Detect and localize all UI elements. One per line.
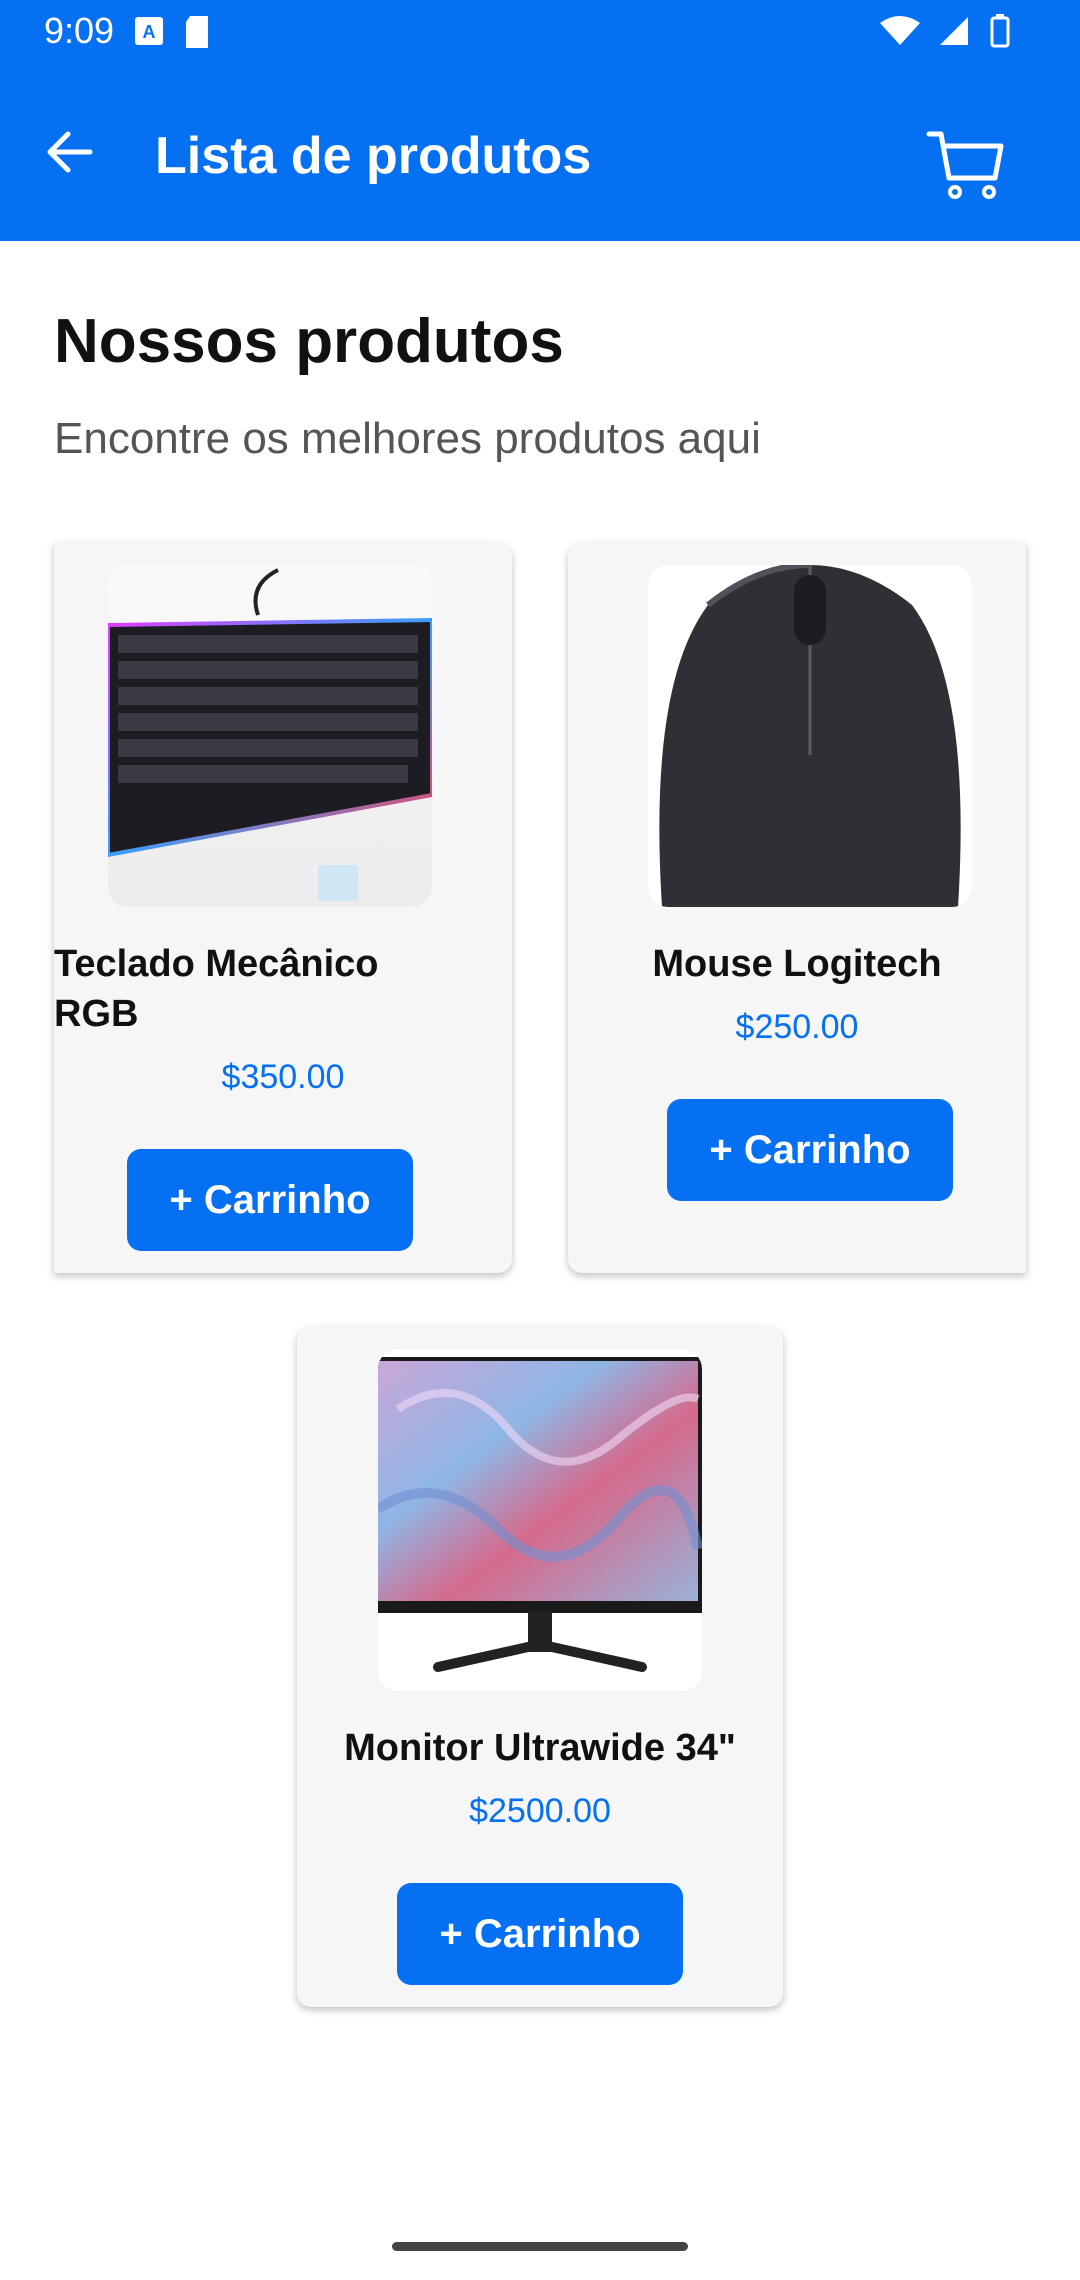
cart-icon [926, 131, 1004, 199]
product-name: Teclado Mecânico RGB [54, 943, 379, 1035]
page-heading: Nossos produtos [54, 307, 564, 376]
status-right-icons [880, 14, 1010, 48]
mouse-illustration [659, 565, 961, 907]
status-left-icons: A [134, 16, 210, 48]
status-bar: 9:09 A [0, 0, 1080, 64]
arrow-back-icon [47, 131, 93, 173]
status-time: 9:09 [44, 10, 115, 51]
product-price: $2500.00 [469, 1792, 611, 1830]
product-card-monitor: Monitor Ultrawide 34" $2500.00 + Carrinh… [297, 1327, 783, 2007]
product-image-monitor [378, 1349, 702, 1691]
battery-icon [990, 14, 1010, 48]
product-image-keyboard [108, 565, 432, 907]
product-card-mouse: Mouse Logitech $250.00 + Carrinho [568, 543, 1026, 1273]
add-to-cart-button[interactable]: + Carrinho [397, 1883, 683, 1985]
cart-button[interactable] [925, 122, 1005, 202]
product-image-mouse [648, 565, 972, 907]
sd-card-icon [186, 16, 208, 48]
product-name: Mouse Logitech [652, 943, 942, 985]
font-notification-icon: A [135, 17, 163, 45]
add-to-cart-button[interactable]: + Carrinho [127, 1149, 413, 1251]
wifi-icon [880, 16, 920, 45]
product-price: $350.00 [221, 1058, 345, 1096]
app-title: Lista de produtos [155, 127, 592, 185]
page-subheading: Encontre os melhores produtos aqui [54, 414, 761, 463]
keyboard-illustration [108, 568, 432, 901]
back-button[interactable] [40, 122, 100, 182]
gesture-nav-handle[interactable] [392, 2242, 688, 2251]
app-bar: Lista de produtos [0, 64, 1080, 241]
add-to-cart-button[interactable]: + Carrinho [667, 1099, 953, 1201]
monitor-illustration [378, 1357, 702, 1672]
product-price: $250.00 [735, 1008, 859, 1046]
signal-icon [940, 17, 968, 45]
product-card-keyboard: Teclado Mecânico RGB $350.00 + Carrinho [54, 543, 512, 1273]
product-name: Monitor Ultrawide 34" [344, 1727, 736, 1769]
svg-text:A: A [143, 22, 156, 42]
